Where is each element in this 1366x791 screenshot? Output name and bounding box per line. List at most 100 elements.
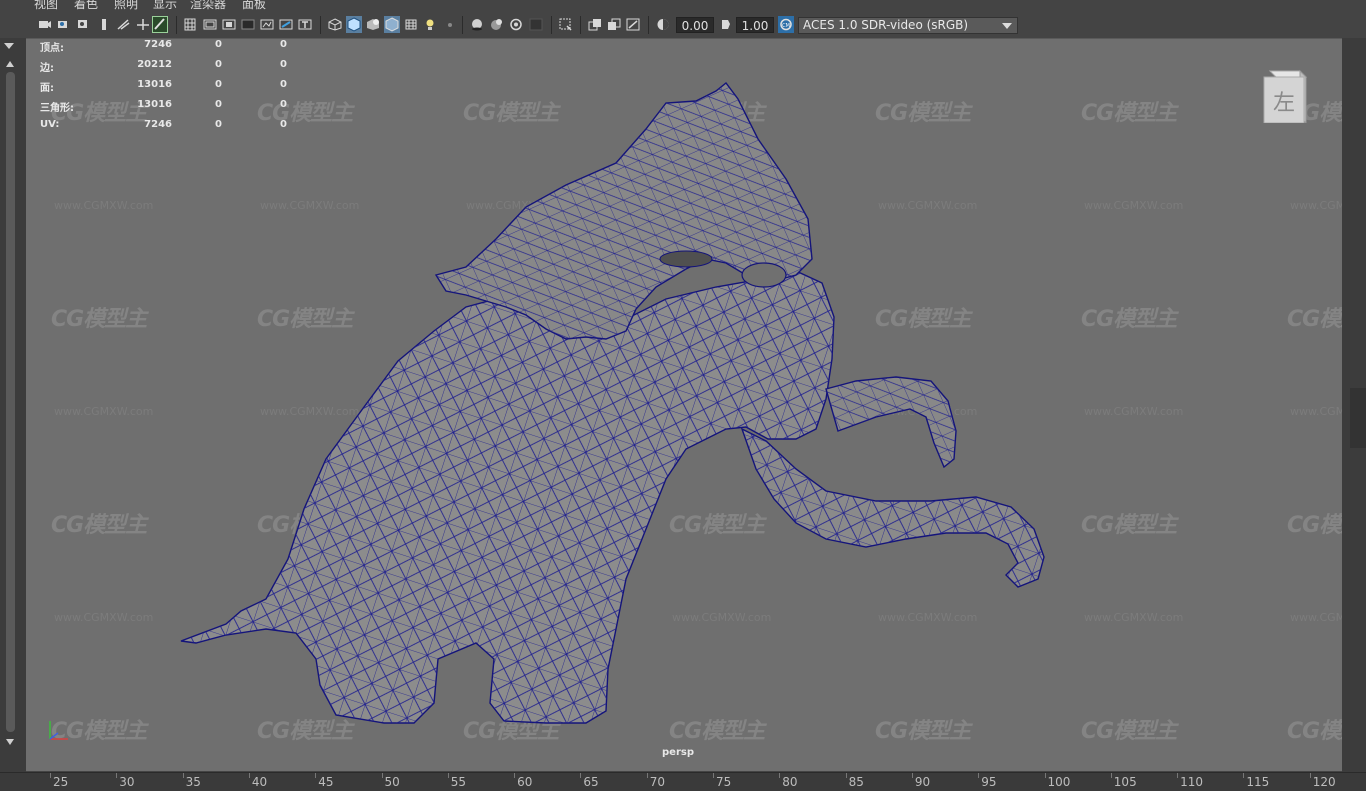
xray-joints-icon[interactable]: [509, 18, 523, 31]
isolate-select-icon[interactable]: [470, 18, 484, 31]
color-space-dropdown[interactable]: ACES 1.0 SDR-video (sRGB): [798, 17, 1018, 34]
bookmark-icon[interactable]: [76, 18, 90, 31]
backface-icon[interactable]: [529, 18, 543, 31]
timeline-tick: [248, 773, 250, 778]
lights-icon[interactable]: [366, 18, 380, 31]
timeline-tick-label: 110: [1180, 775, 1203, 789]
perspective-viewport[interactable]: CG模型主CG模型主CG模型主CG模型主CG模型主CG模型主CG模型主CG模型主…: [26, 38, 1342, 771]
timeline-tick-label: 115: [1246, 775, 1270, 789]
xray-icon[interactable]: [490, 18, 504, 31]
gamma-field[interactable]: 1.00: [736, 17, 774, 33]
mammoth-model[interactable]: [26, 39, 1342, 771]
timeline-tick: [1110, 773, 1112, 778]
menu-lighting[interactable]: 照明: [114, 0, 138, 12]
timeline-tick: [1044, 773, 1046, 778]
safe-title-icon[interactable]: [241, 18, 255, 31]
shadows-icon[interactable]: [384, 16, 400, 33]
timeline-tick: [315, 773, 317, 778]
gate-mask-icon[interactable]: [184, 18, 196, 31]
timeline-tick-label: 25: [53, 775, 69, 789]
motion-blur-icon[interactable]: [423, 18, 437, 31]
svg-text:CM: CM: [782, 23, 790, 29]
hud-row-faces: 面: 13016 0 0: [40, 79, 287, 94]
timeline-tick: [116, 773, 118, 778]
timeline-tick-label: 35: [185, 775, 201, 789]
axis-gizmo-icon: [49, 721, 68, 740]
right-panel-edge: [1342, 38, 1366, 772]
grid-icon[interactable]: [117, 18, 131, 31]
scroll-thumb[interactable]: [6, 72, 15, 732]
timeline-tick: [447, 773, 449, 778]
gamma-icon[interactable]: [720, 18, 732, 31]
resolution-gate-icon[interactable]: [152, 16, 168, 33]
timeline-tick-label: 60: [517, 775, 533, 789]
exposure-icon[interactable]: [656, 18, 670, 31]
smooth-shade-icon[interactable]: [279, 18, 293, 31]
view-cube[interactable]: 左: [1262, 69, 1308, 125]
timeline-tick: [779, 773, 781, 778]
camera-sequence-icon[interactable]: [588, 18, 602, 31]
select-camera-icon[interactable]: [38, 18, 52, 31]
film-gate-icon[interactable]: [136, 18, 150, 31]
menu-shading[interactable]: 着色: [74, 0, 98, 12]
color-management-icon[interactable]: [559, 18, 573, 31]
timeline-tick-label: 65: [583, 775, 599, 789]
menu-bar: 视图 着色 照明 显示 渲染器 面板: [0, 0, 1366, 12]
textured-icon[interactable]: [346, 16, 362, 33]
timeline-tick: [713, 773, 714, 778]
timeline-tick: [514, 773, 516, 778]
scroll-up-icon[interactable]: [5, 60, 15, 68]
timeline-tick: [978, 773, 980, 778]
ambient-occlusion-icon[interactable]: [404, 18, 418, 31]
scroll-down-icon[interactable]: [5, 738, 15, 746]
menu-panels[interactable]: 面板: [242, 0, 266, 12]
timeline-tick-label: 70: [649, 775, 665, 789]
safe-action-icon[interactable]: [222, 18, 236, 31]
timeline-tick: [182, 773, 184, 778]
attribute-editor-tab[interactable]: [1350, 388, 1366, 448]
wireframe-icon[interactable]: [260, 18, 274, 31]
depth-icon[interactable]: [607, 18, 621, 31]
timeline-tick-label: 85: [848, 775, 864, 789]
timeline-tick-label: 45: [318, 775, 334, 789]
timeline-tick: [381, 773, 383, 778]
mammoth-tusk[interactable]: [825, 376, 957, 469]
poly-count-hud: 顶点: 7246 0 0 边: 20212 0 0 面: 13016 0 0 三角形: 13016 0…: [40, 39, 300, 136]
timeline-tick: [646, 773, 648, 778]
image-plane-icon[interactable]: [99, 18, 109, 31]
timeline-tick-label: 95: [981, 775, 997, 789]
timeline-tick-label: 55: [450, 775, 467, 789]
scroll-down-arrow-icon[interactable]: [3, 42, 15, 50]
timeline-tick: [845, 773, 847, 778]
view-transform-icon[interactable]: CM: [778, 16, 794, 33]
timeline-tick: [1243, 773, 1245, 778]
uv-icon[interactable]: [626, 18, 640, 31]
camera-name-label: persp: [662, 747, 694, 758]
timeline-tick-label: 100: [1047, 775, 1071, 789]
view-cube-icon: 左: [1263, 69, 1308, 125]
menu-renderer[interactable]: 渲染器: [190, 0, 226, 12]
panel-toolbar: 0.00 1.00 CM ACES 1.0 SDR-video (sRGB): [0, 12, 1366, 38]
field-chart-icon[interactable]: [203, 18, 217, 31]
menu-view[interactable]: 视图: [34, 0, 58, 12]
timeline-tick-label: 80: [782, 775, 798, 789]
default-material-icon[interactable]: [298, 18, 312, 31]
timeline-tick-label: 105: [1113, 775, 1137, 789]
time-slider[interactable]: 25 30 35 40 45 50 55 60 65 70 75 80 85 90 95 100 105 110 1…: [0, 772, 1366, 791]
mammoth-body[interactable]: [180, 270, 835, 724]
left-scrollbar[interactable]: [0, 38, 26, 772]
timeline-tick-label: 75: [716, 775, 732, 789]
menu-show[interactable]: 显示: [153, 0, 177, 12]
color-space-label: ACES 1.0 SDR-video (sRGB): [803, 18, 969, 32]
timeline-tick: [1177, 773, 1179, 778]
timeline-tick-label: 40: [251, 775, 268, 789]
camera-attributes-icon[interactable]: [57, 18, 71, 31]
wireframe-on-shaded-icon[interactable]: [328, 18, 342, 31]
mammoth-trunk[interactable]: [740, 427, 1045, 588]
timeline-tick: [50, 773, 51, 778]
hud-row-uvs: UV: 7246 0 0: [40, 119, 287, 130]
anti-aliasing-icon[interactable]: [443, 18, 457, 31]
timeline-tick-label: 30: [119, 775, 135, 789]
exposure-field[interactable]: 0.00: [676, 17, 714, 33]
hud-row-edges: 边: 20212 0 0: [40, 59, 287, 74]
